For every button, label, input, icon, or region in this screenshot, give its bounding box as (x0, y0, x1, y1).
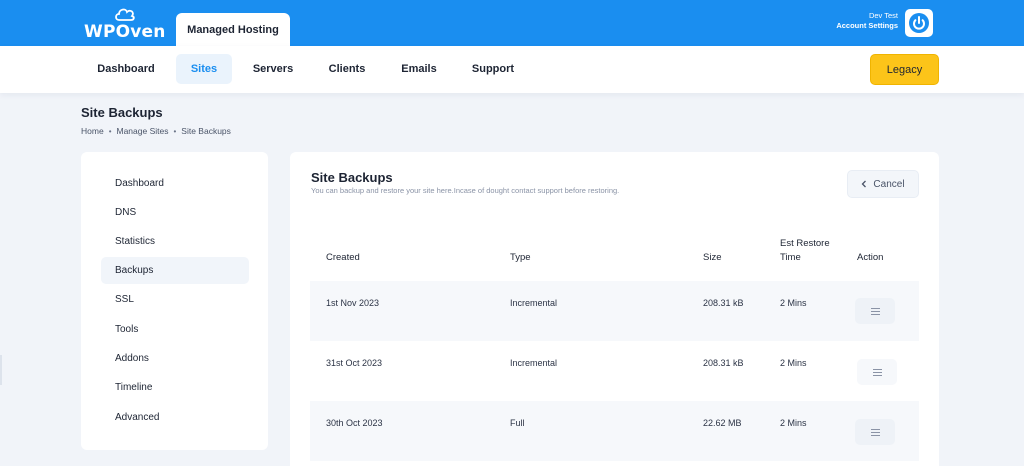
breadcrumb-separator: • (173, 126, 177, 136)
sidebar-item-tools[interactable]: Tools (101, 316, 249, 343)
column-header-restore-line1: Est Restore (780, 238, 830, 249)
row-action-button[interactable] (857, 359, 897, 385)
nav-servers[interactable]: Servers (244, 54, 302, 84)
nav-dashboard[interactable]: Dashboard (86, 54, 166, 84)
sidebar-item-backups[interactable]: Backups (101, 257, 249, 284)
sidebar-item-addons[interactable]: Addons (101, 345, 249, 372)
breadcrumb: Home • Manage Sites • Site Backups (81, 126, 231, 136)
nav-clients[interactable]: Clients (318, 54, 376, 84)
cell-type: Full (510, 418, 525, 428)
cell-size: 208.31 kB (703, 358, 744, 368)
cancel-label: Cancel (873, 178, 905, 190)
cell-restore-time: 2 Mins (780, 358, 807, 368)
backups-card: Site Backups You can backup and restore … (290, 152, 939, 466)
cell-size: 208.31 kB (703, 298, 744, 308)
menu-lines-icon (872, 368, 882, 376)
cell-type: Incremental (510, 298, 558, 308)
sidebar-item-dashboard[interactable]: Dashboard (101, 170, 249, 197)
page-title: Site Backups (81, 105, 163, 120)
menu-lines-icon (870, 428, 880, 436)
table-row: 30th Oct 2023 Full 22.62 MB 2 Mins (310, 401, 919, 461)
wpoven-logo[interactable]: WPOven (84, 6, 165, 42)
table-row: 1st Nov 2023 Incremental 208.31 kB 2 Min… (310, 281, 919, 341)
sidebar-item-statistics[interactable]: Statistics (101, 228, 249, 255)
cell-created: 31st Oct 2023 (326, 358, 383, 368)
row-action-button[interactable] (855, 419, 895, 445)
cell-restore-time: 2 Mins (780, 418, 807, 428)
site-sidebar: Dashboard DNS Statistics Backups SSL Too… (81, 152, 268, 450)
card-subtitle: You can backup and restore your site her… (311, 186, 620, 195)
top-bar: WPOven Managed Hosting Dev Test Account … (0, 0, 1024, 46)
nav-support[interactable]: Support (462, 54, 524, 84)
row-action-button[interactable] (855, 298, 895, 324)
cell-size: 22.62 MB (703, 418, 742, 428)
nav-sites[interactable]: Sites (176, 54, 232, 84)
scroll-edge (0, 355, 2, 385)
logo-text: WPOven (84, 22, 166, 42)
cell-created: 30th Oct 2023 (326, 418, 383, 428)
table-row: 31st Oct 2023 Incremental 208.31 kB 2 Mi… (310, 341, 919, 401)
sidebar-item-timeline[interactable]: Timeline (101, 374, 249, 401)
column-header-restore-time: Est Restore Time (780, 237, 830, 265)
account-settings-link[interactable]: Account Settings (836, 21, 898, 31)
nav-emails[interactable]: Emails (392, 54, 446, 84)
chevron-left-icon (862, 180, 867, 188)
sidebar-item-dns[interactable]: DNS (101, 199, 249, 226)
menu-lines-icon (870, 307, 880, 315)
tab-managed-hosting[interactable]: Managed Hosting (176, 13, 290, 46)
cell-created: 1st Nov 2023 (326, 298, 380, 308)
cell-restore-time: 2 Mins (780, 298, 807, 308)
power-button[interactable] (905, 9, 933, 37)
sidebar-item-ssl[interactable]: SSL (101, 286, 249, 313)
account-info[interactable]: Dev Test Account Settings (836, 11, 898, 31)
breadcrumb-home[interactable]: Home (81, 126, 104, 136)
column-header-action: Action (857, 252, 884, 263)
cloud-icon (115, 8, 135, 21)
column-header-restore-line2: Time (780, 252, 801, 263)
cell-type: Incremental (510, 358, 558, 368)
power-icon (909, 13, 929, 33)
sidebar-item-advanced[interactable]: Advanced (101, 404, 249, 431)
account-name: Dev Test (868, 11, 898, 20)
column-header-type: Type (510, 252, 531, 263)
cancel-button[interactable]: Cancel (847, 170, 919, 198)
column-header-created: Created (326, 252, 360, 263)
breadcrumb-manage-sites[interactable]: Manage Sites (117, 126, 169, 136)
card-title: Site Backups (311, 170, 393, 185)
breadcrumb-site-backups: Site Backups (181, 126, 231, 136)
main-nav: Dashboard Sites Servers Clients Emails S… (0, 46, 1024, 93)
column-header-size: Size (703, 252, 722, 263)
legacy-button[interactable]: Legacy (870, 54, 939, 85)
breadcrumb-separator: • (108, 126, 112, 136)
